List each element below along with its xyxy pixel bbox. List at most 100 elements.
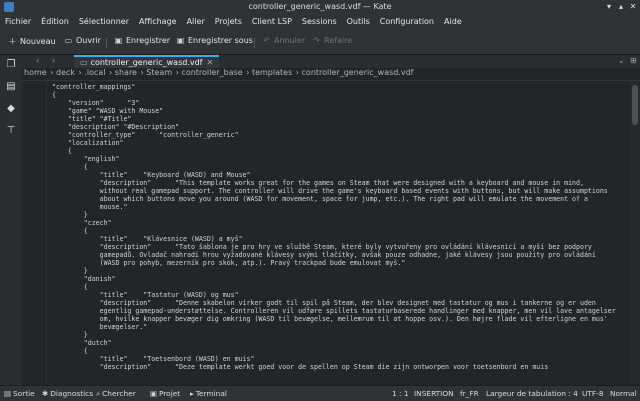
tab-back-icon[interactable]: ‹ — [36, 56, 39, 65]
code-line[interactable]: "game" "WASD with Mouse" — [52, 107, 626, 115]
cursor-position[interactable]: 1 : 1 — [392, 389, 409, 398]
code-line[interactable]: } — [52, 211, 626, 219]
code-line[interactable]: { — [52, 147, 626, 155]
breadcrumb-deck[interactable]: deck — [56, 68, 75, 77]
code-line[interactable]: "description" "This template works great… — [52, 179, 626, 187]
projects-icon[interactable]: ▤ — [5, 81, 17, 93]
toolbar-separator — [254, 38, 255, 48]
code-line[interactable]: without real gamepad support. The contro… — [52, 187, 626, 195]
code-line[interactable]: "controller_mappings" — [52, 83, 626, 91]
save-as-button[interactable]: ▣ Enregistrer sous — [176, 36, 253, 48]
code-line[interactable]: about which buttons move you around (WAS… — [52, 195, 626, 203]
code-line[interactable]: gamepadů. Ovladač nahradí hrou vyžadovan… — [52, 251, 626, 259]
code-line[interactable]: "description" "Tato šablona je pro hry v… — [52, 243, 626, 251]
breadcrumb-local[interactable]: .local — [84, 68, 105, 77]
new-document-icon: ＋ — [8, 37, 17, 46]
code-line[interactable]: bevægelser." — [52, 323, 626, 331]
breadcrumb-file[interactable]: controller_generic_wasd.vdf — [302, 68, 414, 77]
code-line[interactable]: { — [52, 227, 626, 235]
search-icon: ⌕ — [96, 389, 101, 398]
breadcrumb-share[interactable]: share — [115, 68, 137, 77]
documents-icon[interactable]: ❐ — [5, 59, 17, 71]
code-line[interactable]: "title" "Keyboard (WASD) and Mouse" — [52, 171, 626, 179]
menu-go[interactable]: Aller — [182, 15, 210, 28]
breadcrumb-templates[interactable]: templates — [252, 68, 292, 77]
tab-width[interactable]: Largeur de tabulation : 4 — [486, 389, 578, 398]
breadcrumb-home[interactable]: home — [24, 68, 47, 77]
code-line[interactable]: om, hvilke knapper bevæger dig omkring (… — [52, 315, 626, 323]
breadcrumb-controller-base[interactable]: controller_base — [181, 68, 242, 77]
code-line[interactable]: } — [52, 267, 626, 275]
toolbar-separator — [106, 38, 107, 48]
save-button[interactable]: ▣ Enregistrer — [114, 36, 170, 48]
symbols-icon[interactable]: ⊤ — [5, 125, 17, 137]
close-tab-icon[interactable]: ✕ — [207, 58, 214, 67]
code-line[interactable]: { — [52, 163, 626, 171]
menu-settings[interactable]: Configuration — [375, 15, 439, 28]
redo-button[interactable]: ↷ Refaire — [312, 36, 352, 48]
code-line[interactable]: "controller_type" "controller_generic" — [52, 131, 626, 139]
diagnostics-toggle[interactable]: ✱ Diagnostics — [42, 389, 93, 398]
menu-tools[interactable]: Outils — [342, 15, 375, 28]
tab-list-icon[interactable]: ⌄ — [618, 56, 625, 65]
menu-projects[interactable]: Projets — [210, 15, 247, 28]
git-icon[interactable]: ◆ — [5, 103, 17, 115]
tab-controller-generic-wasd[interactable]: ▭ controller_generic_wasd.vdf ✕ — [74, 55, 220, 68]
code-line[interactable]: } — [52, 331, 626, 339]
redo-icon: ↷ — [313, 36, 320, 45]
output-toggle[interactable]: ▤ Sortie — [4, 389, 35, 398]
code-line[interactable]: "localization" — [52, 139, 626, 147]
code-line[interactable]: { — [52, 283, 626, 291]
code-line[interactable]: "dutch" — [52, 339, 626, 347]
editor-scrollbar[interactable] — [630, 81, 640, 384]
code-line[interactable]: "version" "3" — [52, 99, 626, 107]
menu-select[interactable]: Sélectionner — [74, 15, 134, 28]
project-toggle[interactable]: ▣ Projet — [150, 389, 180, 398]
menu-lsp-client[interactable]: Client LSP — [247, 15, 297, 28]
search-toggle[interactable]: ⌕ Chercher — [96, 389, 136, 399]
code-line[interactable]: "description" "#Description" — [52, 123, 626, 131]
code-line[interactable]: { — [52, 91, 626, 99]
code-line[interactable]: (WASD pro pohyb, mezerník pro skok, atp.… — [52, 259, 626, 267]
menu-edit[interactable]: Édition — [36, 15, 74, 28]
scrollbar-thumb[interactable] — [632, 85, 638, 125]
code-line[interactable]: "english" — [52, 155, 626, 163]
code-line[interactable]: mouse." — [52, 203, 626, 211]
encoding[interactable]: UTF-8 — [582, 389, 604, 398]
maximize-icon[interactable]: ▴ — [616, 2, 626, 12]
code-line[interactable]: "title" "Toetsenbord (WASD) en muis" — [52, 355, 626, 363]
code-editor[interactable]: "controller_mappings"{ "version" "3" "ga… — [22, 81, 630, 384]
menu-sessions[interactable]: Sessions — [297, 15, 342, 28]
split-view-icon[interactable]: ⊞ — [630, 56, 637, 65]
code-line[interactable]: egentlig gamepad-understøttelse. Control… — [52, 307, 626, 315]
menu-file[interactable]: Fichier — [0, 15, 36, 28]
open-button[interactable]: ▭ Ouvrir — [64, 36, 101, 48]
code-line[interactable]: "title" "#Title" — [52, 115, 626, 123]
code-line[interactable]: "title" "Klávesnice (WASD) a myš" — [52, 235, 626, 243]
output-icon: ▤ — [4, 389, 11, 398]
code-line[interactable]: "danish" — [52, 275, 626, 283]
undo-button[interactable]: ↶ Annuler — [262, 36, 305, 48]
syntax-mode[interactable]: Normal — [610, 389, 637, 398]
code-line[interactable]: "description" "Deze template werkt goed … — [52, 363, 626, 371]
spellcheck-language[interactable]: fr_FR — [460, 389, 479, 398]
folder-icon: ▭ — [64, 36, 73, 45]
menu-help[interactable]: Aide — [439, 15, 467, 28]
input-mode[interactable]: INSERTION — [414, 389, 454, 398]
left-sidebar: ❐ ▤ ◆ ⊤ — [0, 55, 23, 385]
minimize-icon[interactable]: ▾ — [604, 2, 614, 12]
close-window-icon[interactable]: ✕ — [628, 2, 638, 12]
status-bar: ▤ Sortie ✱ Diagnostics ⌕ Chercher ▣ Projet ▸… — [0, 385, 640, 401]
code-line[interactable]: "czech" — [52, 219, 626, 227]
code-text[interactable]: "controller_mappings"{ "version" "3" "ga… — [52, 83, 626, 371]
save-icon: ▣ — [114, 36, 123, 45]
breadcrumb-steam[interactable]: Steam — [146, 68, 172, 77]
tab-forward-icon[interactable]: › — [52, 56, 55, 65]
code-line[interactable]: "title" "Tastatur (WASD) og mus" — [52, 291, 626, 299]
terminal-toggle[interactable]: ▸ Terminal — [190, 389, 227, 398]
code-line[interactable]: { — [52, 347, 626, 355]
line-gutter[interactable] — [22, 81, 47, 384]
menu-view[interactable]: Affichage — [134, 15, 182, 28]
code-line[interactable]: "description" "Denne skabelon virker god… — [52, 299, 626, 307]
new-button[interactable]: ＋ Nouveau — [8, 36, 56, 48]
